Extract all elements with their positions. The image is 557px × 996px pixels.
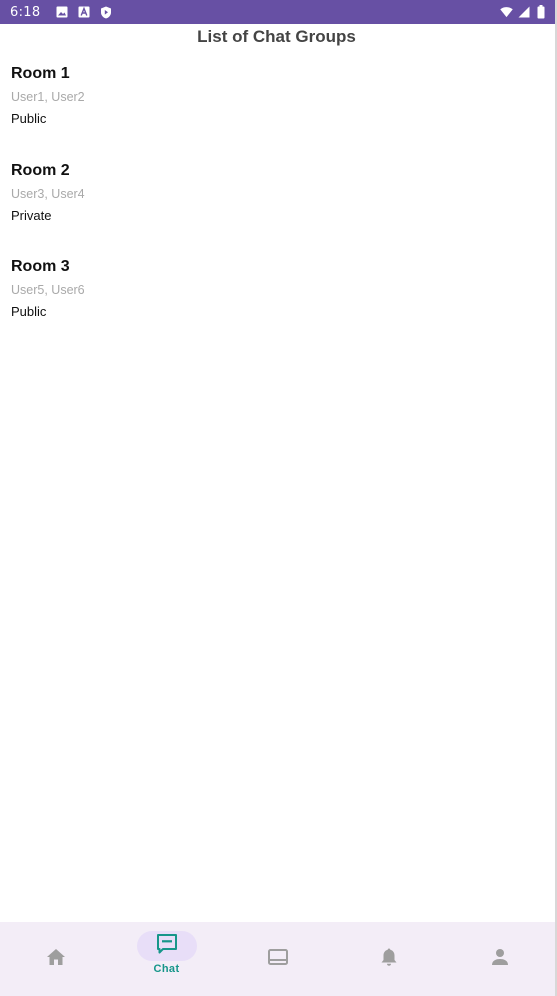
list-item-room-1[interactable]: Room 1 User1, User2 Public	[11, 64, 555, 161]
bell-icon	[380, 947, 398, 972]
room-type: Public	[11, 111, 47, 126]
nav-pill	[26, 944, 86, 974]
app-screen: 6:18 List of Chat Groups Room 1 User1, U…	[0, 0, 557, 996]
nav-item-notifications[interactable]	[333, 922, 444, 996]
person-icon	[491, 948, 509, 971]
font-a-icon	[77, 6, 90, 19]
status-right	[500, 5, 547, 19]
play-shield-icon	[99, 6, 112, 19]
signal-icon	[517, 6, 530, 19]
room-name: Room 2	[11, 161, 70, 179]
room-type: Private	[11, 207, 52, 223]
feed-icon	[267, 948, 289, 971]
image-icon	[55, 6, 68, 19]
room-name: Room 1	[11, 65, 70, 82]
nav-item-profile[interactable]	[444, 922, 555, 996]
nav-pill	[248, 944, 308, 974]
nav-pill-active	[136, 931, 197, 961]
status-time: 6:18	[10, 4, 41, 20]
room-users: User1, User2	[11, 90, 85, 104]
room-type: Public	[11, 304, 47, 319]
chat-icon	[155, 932, 179, 961]
room-list: Room 1 User1, User2 Public Room 2 User3,…	[11, 64, 555, 354]
wifi-icon	[500, 6, 513, 19]
list-item-room-3[interactable]: Room 3 User5, User6 Public	[11, 257, 555, 354]
home-icon	[46, 948, 66, 971]
status-bar: 6:18	[0, 0, 555, 24]
room-name: Room 3	[11, 258, 70, 275]
nav-item-home[interactable]	[0, 922, 111, 996]
nav-item-chat[interactable]: Chat	[111, 922, 222, 996]
battery-icon	[534, 5, 547, 19]
list-item-room-2[interactable]: Room 2 User3, User4 Private	[11, 161, 555, 258]
room-users: User3, User4	[11, 186, 85, 201]
nav-pill	[470, 944, 530, 974]
room-users: User5, User6	[11, 283, 85, 297]
bottom-nav: Chat	[0, 922, 555, 996]
nav-pill	[359, 944, 419, 974]
nav-item-feed[interactable]	[222, 922, 333, 996]
page-title: List of Chat Groups	[197, 27, 356, 46]
nav-label-chat: Chat	[153, 963, 180, 975]
status-left: 6:18	[10, 5, 112, 20]
